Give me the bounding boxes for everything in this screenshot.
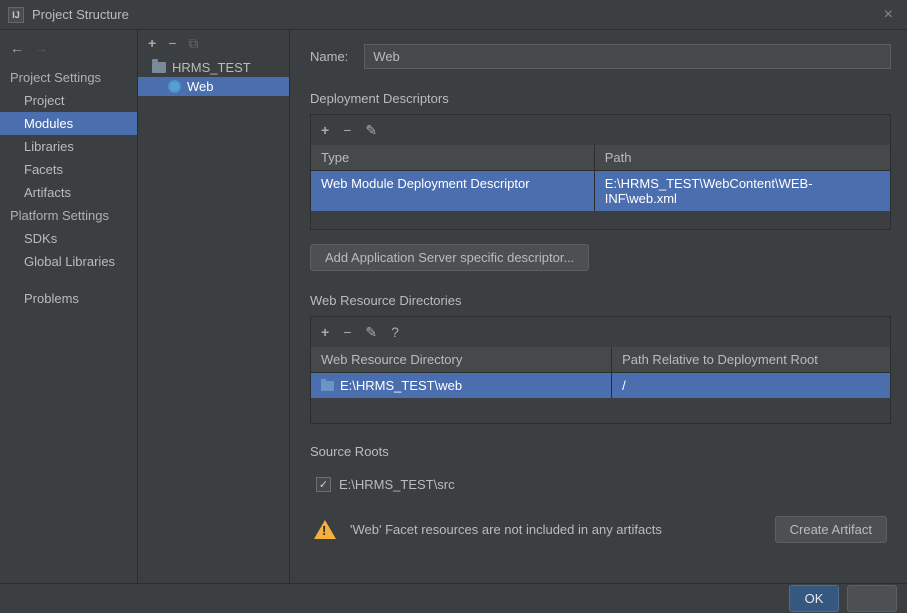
web-resource-dirs-title: Web Resource Directories (310, 293, 891, 308)
app-icon: IJ (8, 7, 24, 23)
dd-col-type: Type (311, 145, 595, 170)
nav-problems[interactable]: Problems (0, 287, 137, 310)
tree-facet-label: Web (187, 79, 214, 94)
create-artifact-button[interactable]: Create Artifact (775, 516, 887, 543)
tree-facet-web[interactable]: Web (138, 77, 289, 96)
dialog-button-bar: OK (0, 583, 907, 613)
source-root-checkbox[interactable]: ✓ (316, 477, 331, 492)
wrd-row-rel: / (612, 373, 890, 398)
source-root-item[interactable]: ✓ E:\HRMS_TEST\src (310, 467, 891, 502)
source-root-path: E:\HRMS_TEST\src (339, 477, 455, 492)
dd-row-type: Web Module Deployment Descriptor (311, 171, 595, 211)
tree-module-label: HRMS_TEST (172, 60, 251, 75)
window-title: Project Structure (32, 7, 878, 22)
module-tree-panel: HRMS_TEST Web (138, 30, 290, 583)
nav-libraries[interactable]: Libraries (0, 135, 137, 158)
warning-icon (314, 520, 336, 539)
content-pane: Name: Deployment Descriptors Type Path W… (290, 30, 907, 583)
nav-history: ← → (0, 36, 137, 66)
forward-icon[interactable]: → (34, 40, 48, 56)
module-folder-icon (152, 62, 166, 73)
nav-modules[interactable]: Modules (0, 112, 137, 135)
web-facet-icon (168, 80, 181, 93)
wrd-edit-icon[interactable] (365, 325, 377, 339)
dd-edit-icon[interactable] (365, 123, 377, 137)
left-sidebar: ← → Project Settings Project Modules Lib… (0, 30, 138, 583)
platform-settings-header: Platform Settings (0, 204, 137, 227)
wrd-remove-icon[interactable] (343, 325, 351, 339)
dd-col-path: Path (595, 145, 890, 170)
dd-row[interactable]: Web Module Deployment Descriptor E:\HRMS… (311, 171, 890, 211)
name-label: Name: (310, 49, 348, 64)
deployment-descriptors-table: Type Path Web Module Deployment Descript… (310, 114, 891, 230)
folder-icon (321, 381, 334, 391)
tree-toolbar (138, 30, 289, 56)
copy-module-icon[interactable] (188, 36, 198, 50)
secondary-button[interactable] (847, 585, 897, 612)
wrd-col-dir: Web Resource Directory (311, 347, 612, 372)
add-module-icon[interactable] (148, 36, 156, 50)
close-icon[interactable]: × (878, 6, 899, 24)
titlebar: IJ Project Structure × (0, 0, 907, 30)
tree-module[interactable]: HRMS_TEST (138, 58, 289, 77)
wrd-row-dir: E:\HRMS_TEST\web (311, 373, 612, 398)
nav-global-libraries[interactable]: Global Libraries (0, 250, 137, 273)
facet-name-input[interactable] (364, 44, 891, 69)
nav-facets[interactable]: Facets (0, 158, 137, 181)
source-roots-title: Source Roots (310, 444, 891, 459)
deployment-descriptors-title: Deployment Descriptors (310, 91, 891, 106)
wrd-row[interactable]: E:\HRMS_TEST\web / (311, 373, 890, 398)
dd-row-path: E:\HRMS_TEST\WebContent\WEB-INF\web.xml (595, 171, 890, 211)
wrd-add-icon[interactable] (321, 325, 329, 339)
warning-row: 'Web' Facet resources are not included i… (310, 502, 891, 547)
dd-add-icon[interactable] (321, 123, 329, 137)
back-icon[interactable]: ← (10, 40, 24, 56)
nav-sdks[interactable]: SDKs (0, 227, 137, 250)
dd-remove-icon[interactable] (343, 123, 351, 137)
warning-message: 'Web' Facet resources are not included i… (350, 522, 761, 537)
wrd-col-rel: Path Relative to Deployment Root (612, 347, 890, 372)
ok-button[interactable]: OK (789, 585, 839, 612)
project-settings-header: Project Settings (0, 66, 137, 89)
nav-artifacts[interactable]: Artifacts (0, 181, 137, 204)
web-resource-dirs-table: Web Resource Directory Path Relative to … (310, 316, 891, 424)
wrd-help-icon[interactable] (391, 325, 399, 339)
remove-module-icon[interactable] (168, 36, 176, 50)
nav-project[interactable]: Project (0, 89, 137, 112)
add-app-server-descriptor-button[interactable]: Add Application Server specific descript… (310, 244, 589, 271)
